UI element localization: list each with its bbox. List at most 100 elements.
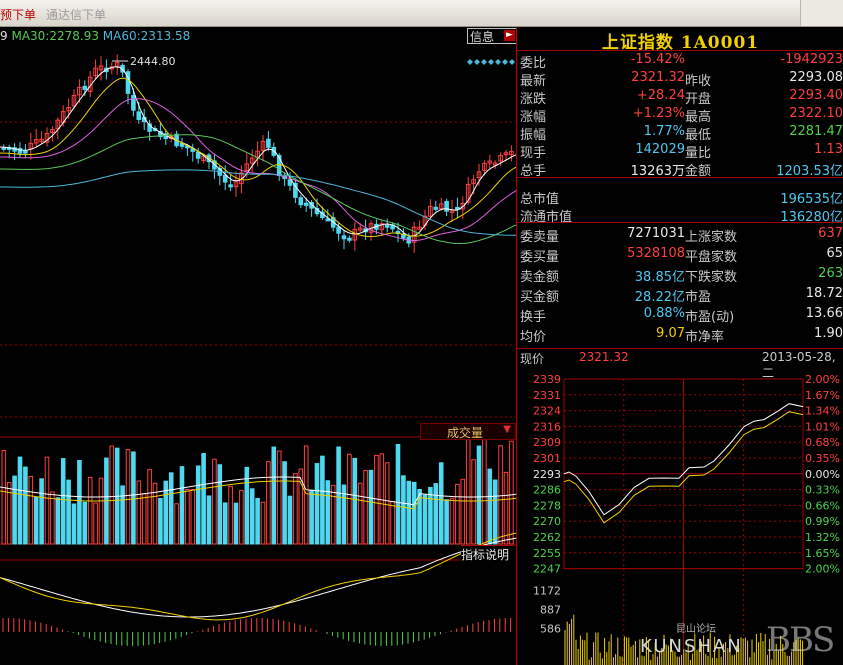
price-tick: 2270 (533, 515, 561, 528)
volume-bar (455, 483, 460, 545)
volume-bar (271, 446, 277, 545)
pct-tick: 1.32% (805, 531, 840, 544)
volume-bar (363, 469, 368, 545)
pct-tick: 1.65% (805, 547, 840, 560)
ma-legend: 9 MA30:2278.93 MA60:2313.58 (0, 29, 190, 43)
volume-bar (325, 480, 331, 545)
volume-bar (50, 491, 55, 545)
pct-tick: 2.00% (805, 563, 840, 576)
candle-body (347, 237, 352, 241)
volume-bar (212, 458, 217, 545)
volume-bar (498, 445, 503, 545)
volume-bar (428, 486, 433, 545)
volume-bar (109, 445, 115, 545)
volume-bar (384, 462, 390, 545)
volume-bar (179, 466, 185, 545)
volume-bar (206, 495, 212, 545)
pct-tick: 0.99% (805, 515, 840, 528)
volume-bar (266, 461, 271, 545)
high-marker-label: 2444.80 (130, 55, 176, 68)
volume-bar (336, 446, 341, 545)
volume-bar (482, 428, 487, 545)
diamond-marker (488, 59, 494, 65)
pct-tick: 0.33% (805, 484, 840, 497)
volume-bar (374, 454, 379, 545)
candle-body (384, 224, 390, 228)
volume-bar (77, 460, 82, 545)
volume-bar (438, 462, 444, 545)
candle-body (444, 200, 449, 212)
volume-bar (298, 468, 304, 545)
volume-bar (303, 445, 309, 545)
intraday-chart: 2339 2.00% 2331 1.67% 2324 1.34% 2316 1.01% 2309… (533, 373, 840, 665)
volume-bar (401, 475, 406, 545)
candle-body (433, 206, 439, 210)
volume-bar (131, 451, 136, 545)
price-tick: 2316 (533, 420, 561, 433)
volume-bar (147, 469, 152, 545)
volume-bar (309, 489, 314, 545)
price-tick: 2339 (533, 373, 561, 386)
volume-bar (330, 484, 336, 545)
ma30-value: 2278.93 (49, 29, 99, 43)
volume-bar (39, 478, 44, 545)
volume-bar (174, 503, 179, 545)
watermark-cn: 昆山论坛 (676, 624, 716, 635)
volume-bar (55, 497, 61, 545)
candle-body (303, 202, 309, 206)
price-tick: 2293 (533, 468, 561, 481)
indicator-help-button[interactable]: 指标说明 (461, 545, 515, 562)
volume-bar (66, 479, 71, 545)
price-tick: 2262 (533, 531, 561, 544)
chevron-down-icon: ▼ (503, 424, 511, 435)
volume-bar (395, 444, 401, 545)
candle-body (341, 235, 347, 240)
volume-bar (6, 482, 12, 545)
price-tick: 2324 (533, 405, 561, 418)
candle-body (23, 150, 28, 154)
volume-bar (239, 489, 244, 545)
diamond-marker (502, 59, 508, 65)
volume-bar (120, 485, 125, 545)
ma60-line (0, 169, 516, 236)
diamond-marker (495, 59, 501, 65)
volume-bar (217, 464, 223, 545)
tdx-order-menu-item[interactable]: 通达信下单 (46, 6, 106, 23)
candle-body (228, 184, 233, 188)
volume-bar (433, 483, 439, 545)
kline-chart: 2444.80 (0, 54, 516, 646)
volume-bar (255, 497, 260, 545)
volume-bar (449, 497, 455, 545)
volume-bar (357, 482, 363, 545)
volume-bar (125, 449, 131, 545)
volume-indicator-button[interactable]: 成交量 ▼ (420, 423, 516, 440)
kline-pane[interactable]: 2444.80 9 MA30:2278.93 MA60:2313.58 信息 ►… (0, 27, 517, 665)
candle-body (82, 85, 88, 90)
volume-bar (276, 450, 282, 545)
volume-bar (1, 450, 7, 545)
volume-bar (379, 453, 385, 545)
volume-bar (260, 501, 266, 545)
price-tick: 2331 (533, 389, 561, 402)
candle-body (131, 95, 136, 111)
forum-watermark: BBS 昆山论坛 KUNSHAN (640, 620, 840, 664)
diamond-marker (474, 59, 480, 65)
price-tick: 2309 (533, 436, 561, 449)
info-button[interactable]: 信息 ► (467, 28, 517, 44)
volume-bar (368, 469, 374, 545)
ma-legend-w-value: 9 (0, 29, 8, 43)
pct-tick: 1.34% (805, 405, 840, 418)
volume-bar (390, 500, 395, 545)
order-menu-item[interactable]: 预下单 (0, 6, 36, 23)
volume-bar (282, 461, 287, 545)
volume-bar (293, 473, 298, 545)
volume-bar (509, 440, 514, 545)
info-button-label: 信息 (470, 30, 495, 44)
toolbar-right-panel (800, 0, 843, 26)
candle-body (222, 174, 228, 183)
volume-bar (476, 445, 482, 545)
candle-body (136, 111, 142, 120)
volume-bar (136, 480, 142, 545)
volume-bar (44, 456, 50, 545)
volume-bar (141, 493, 147, 545)
